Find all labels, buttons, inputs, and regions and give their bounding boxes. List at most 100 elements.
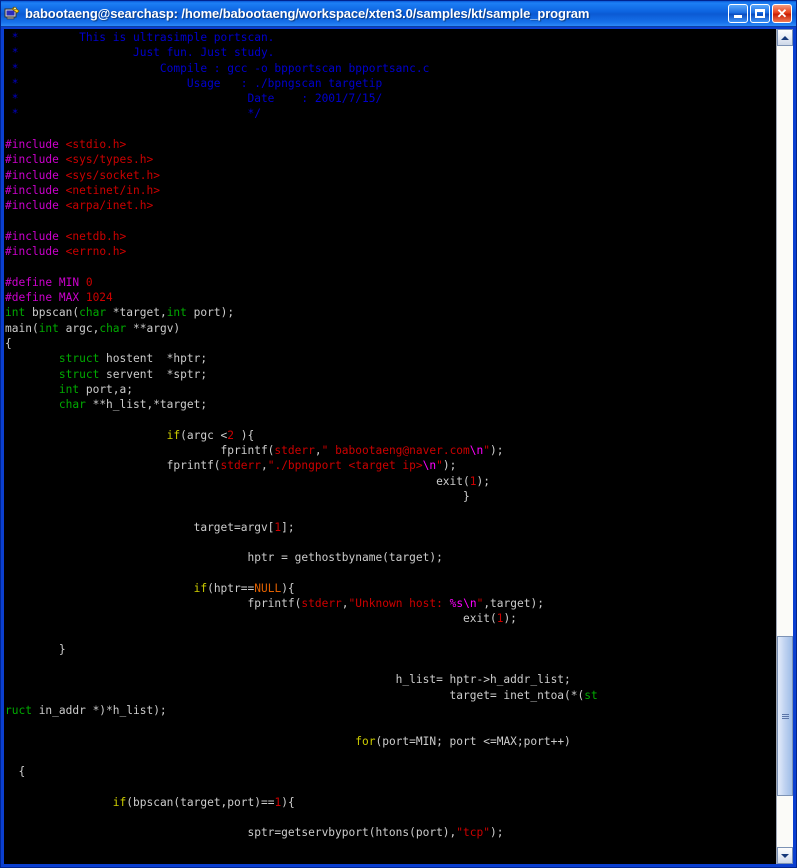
vertical-scrollbar[interactable] <box>776 29 793 864</box>
terminal-line: target= inet_ntoa(*(st <box>5 688 776 703</box>
terminal-line: hptr = gethostbyname(target); <box>5 550 776 565</box>
code-token: , <box>314 444 322 458</box>
code-token: 1 <box>469 474 477 488</box>
terminal-line: * This is ultrasimple portscan. <box>5 30 776 45</box>
code-token: if <box>166 428 181 442</box>
code-token: #include <box>5 138 59 152</box>
terminal-line: } <box>5 642 776 657</box>
terminal-line: #define MIN 0 <box>5 275 776 290</box>
code-token: int <box>58 382 80 396</box>
terminal-line: target=argv[1]; <box>5 520 776 535</box>
code-token: stderr <box>274 444 315 458</box>
code-token: target= inet_ntoa(*( <box>5 688 585 702</box>
code-token: "tcp" <box>456 826 490 840</box>
putty-terminal-icon <box>4 5 21 22</box>
terminal-line: * Just fun. Just study. <box>5 45 776 60</box>
scroll-down-button[interactable] <box>777 847 793 864</box>
code-token: #include <box>5 183 59 197</box>
vim-text-buffer[interactable]: * This is ultrasimple portscan. * Just f… <box>5 30 776 864</box>
code-token: #include <box>5 153 59 167</box>
code-token: fprintf( <box>5 459 221 473</box>
code-token: ); <box>489 826 504 840</box>
window-controls: ✕ <box>728 4 794 23</box>
terminal-line: #include <netinet/in.h> <box>5 183 776 198</box>
code-token: char <box>79 306 107 320</box>
code-token: #include <box>5 199 59 213</box>
putty-terminal-window: babootaeng@searchasp: /home/babootaeng/w… <box>0 0 797 868</box>
terminal-line: h_list= hptr->h_addr_list; <box>5 672 776 687</box>
terminal-line: sptr=getservbyport(htons(port),"tcp"); <box>5 825 776 840</box>
code-token: } <box>5 642 66 656</box>
code-token: argc, <box>58 321 100 335</box>
terminal-line: if(bpscan(target,port)==1){ <box>5 795 776 810</box>
terminal-screen[interactable]: * This is ultrasimple portscan. * Just f… <box>4 29 776 864</box>
maximize-button[interactable] <box>750 4 770 23</box>
terminal-line: exit(1); <box>5 611 776 626</box>
code-token: * Just fun. Just study. <box>5 46 275 60</box>
code-token: exit( <box>5 474 470 488</box>
code-token: <arpa/inet.h> <box>65 199 154 213</box>
code-token: exit( <box>5 612 497 626</box>
vim-status-line: 60,8 16% <box>4 848 776 864</box>
terminal-line: { <box>5 764 776 779</box>
code-token: ); <box>503 612 517 626</box>
code-token: ){ <box>281 795 295 809</box>
code-token: **argv) <box>126 321 181 335</box>
code-token: \n <box>422 459 437 473</box>
terminal-line: if(hptr==NULL){ <box>5 581 776 596</box>
code-token: if <box>193 581 208 595</box>
terminal-line: #include <arpa/inet.h> <box>5 198 776 213</box>
code-token: \n <box>463 596 477 610</box>
code-token: * This is ultrasimple portscan. <box>5 31 275 44</box>
code-token: stderr <box>220 459 261 473</box>
terminal-line: #include <sys/types.h> <box>5 152 776 167</box>
scrollbar-thumb[interactable] <box>777 636 793 796</box>
code-token: " babootaeng@naver.com <box>321 444 470 458</box>
scroll-up-button[interactable] <box>777 29 793 46</box>
code-token: #define MAX <box>5 291 86 305</box>
terminal-line: * */ <box>5 106 776 121</box>
scrollbar-track[interactable] <box>777 46 793 847</box>
code-token: " <box>483 444 491 458</box>
title-bar[interactable]: babootaeng@searchasp: /home/babootaeng/w… <box>1 1 796 27</box>
close-button[interactable]: ✕ <box>772 4 792 23</box>
code-token: "./bpngport <target ip> <box>267 459 423 473</box>
terminal-line: { <box>5 336 776 351</box>
code-token: (bpscan(target,port)== <box>126 795 275 809</box>
code-token: #include <box>5 229 59 243</box>
terminal-line: fprintf(stderr," babootaeng@naver.com\n"… <box>5 443 776 458</box>
terminal-line: * Compile : gcc -o bpportscan bpportsanc… <box>5 61 776 76</box>
minimize-button[interactable] <box>728 4 748 23</box>
code-token: sptr=getservbyport(htons(port), <box>5 826 457 840</box>
terminal-line: fprintf(stderr,"Unknown host: %s\n",targ… <box>5 596 776 611</box>
minimize-icon <box>734 15 742 18</box>
code-token: * Date : 2001/7/15/ <box>5 92 383 106</box>
code-token: , <box>341 596 349 610</box>
code-token: fprintf( <box>5 596 302 610</box>
terminal-line: for(port=MIN; port <=MAX;port++) <box>5 734 776 749</box>
terminal-line: * Date : 2001/7/15/ <box>5 91 776 106</box>
code-token: int <box>38 321 59 335</box>
code-token: int <box>166 306 187 320</box>
terminal-line: #include <errno.h> <box>5 244 776 259</box>
code-token: %s <box>449 596 464 610</box>
terminal-line: struct servent *sptr; <box>5 367 776 382</box>
code-token: main( <box>5 321 39 335</box>
